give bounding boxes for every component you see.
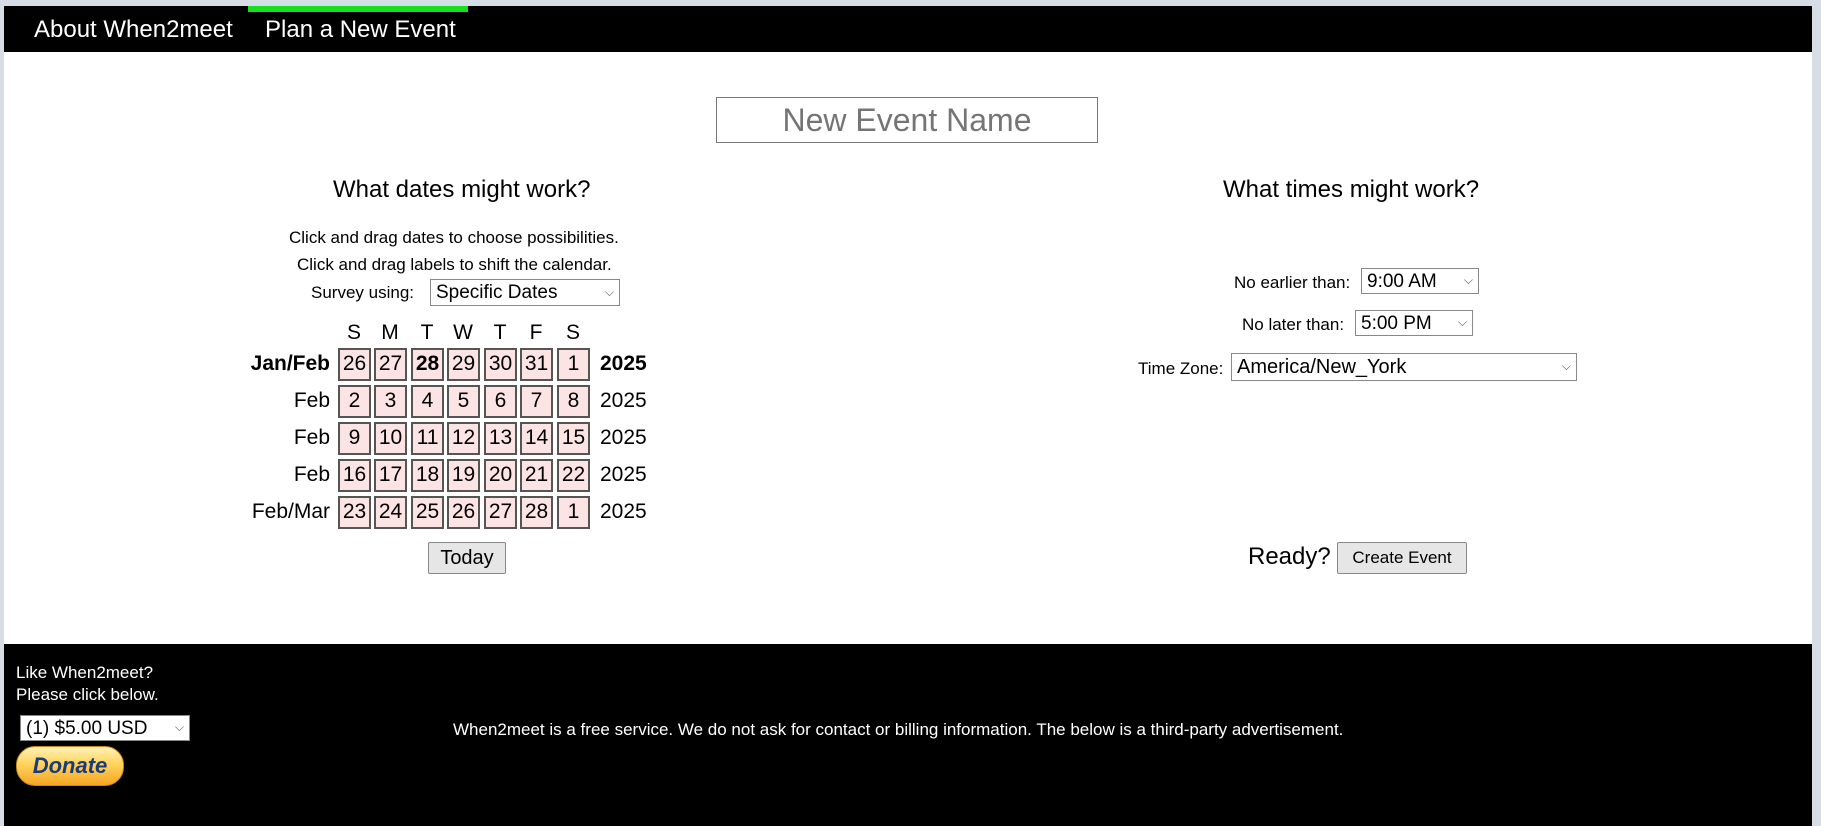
times-title: What times might work? (1223, 176, 1480, 203)
calendar-day-cell[interactable]: 9 (338, 422, 371, 455)
create-event-button[interactable]: Create Event (1337, 542, 1467, 574)
earliest-time-select[interactable]: 9:00 AM (1361, 268, 1479, 294)
calendar-day-cell[interactable]: 8 (557, 385, 590, 418)
donate-amount-select[interactable]: (1) $5.00 USD (20, 715, 190, 741)
calendar-row-year[interactable]: 2025 (600, 389, 647, 413)
like-line-1: Like When2meet? (16, 663, 154, 682)
weekday-header: T (420, 321, 434, 344)
calendar-day-cell[interactable]: 5 (447, 385, 480, 418)
weekday-header: W (453, 321, 473, 344)
calendar-day-cell[interactable]: 25 (411, 496, 444, 529)
calendar-day-cell[interactable]: 14 (520, 422, 553, 455)
earliest-time-label: No earlier than: (1234, 273, 1351, 292)
like-when2meet-text: Like When2meet? Please click below. (16, 662, 159, 706)
donate-amount-select-wrap: (1) $5.00 USD ⌵ (20, 715, 190, 741)
weekday-header: S (346, 321, 361, 344)
calendar-day-cell[interactable]: 11 (411, 422, 444, 455)
latest-time-label: No later than: (1242, 315, 1345, 334)
top-nav: About When2meet Plan a New Event (4, 6, 1812, 52)
calendar-row-year[interactable]: 2025 (600, 352, 647, 376)
calendar-day-cell[interactable]: 12 (447, 422, 480, 455)
latest-time-select[interactable]: 5:00 PM (1355, 310, 1473, 336)
page-frame: About When2meet Plan a New Event What da… (4, 6, 1812, 826)
calendar-row-year[interactable]: 2025 (600, 500, 647, 524)
calendar-day-cell[interactable]: 27 (484, 496, 517, 529)
survey-type-select[interactable]: Specific Dates (430, 279, 620, 306)
calendar-day-cell[interactable]: 10 (374, 422, 407, 455)
calendar-day-cell[interactable]: 29 (447, 348, 480, 381)
calendar-day-cell[interactable]: 27 (374, 348, 407, 381)
calendar-row-label[interactable]: Feb (210, 463, 330, 487)
weekday-header: S (565, 321, 580, 344)
calendar-day-cell[interactable]: 18 (411, 459, 444, 492)
weekday-header: M (381, 321, 399, 344)
calendar-row-year[interactable]: 2025 (600, 463, 647, 487)
calendar-day-cell[interactable]: 20 (484, 459, 517, 492)
footer: Like When2meet? Please click below. (1) … (4, 644, 1812, 826)
today-button[interactable]: Today (428, 542, 506, 574)
donate-button[interactable]: Donate (16, 746, 124, 786)
calendar-day-cell[interactable]: 31 (520, 348, 553, 381)
earliest-time-select-wrap: 9:00 AM ⌵ (1361, 268, 1479, 294)
calendar-day-cell[interactable]: 21 (520, 459, 553, 492)
ready-label: Ready? (1248, 543, 1331, 570)
calendar-day-cell[interactable]: 30 (484, 348, 517, 381)
latest-time-select-wrap: 5:00 PM ⌵ (1355, 310, 1473, 336)
calendar-day-cell[interactable]: 23 (338, 496, 371, 529)
calendar-day-cell[interactable]: 28 (411, 348, 444, 381)
weekday-header: F (529, 321, 543, 344)
survey-type-select-wrap: Specific Dates ⌵ (430, 279, 620, 306)
calendar-row-year[interactable]: 2025 (600, 426, 647, 450)
calendar-day-cell[interactable]: 6 (484, 385, 517, 418)
calendar-row-label[interactable]: Jan/Feb (210, 352, 330, 376)
calendar-day-cell[interactable]: 1 (557, 496, 590, 529)
calendar-day-cell[interactable]: 1 (557, 348, 590, 381)
calendar-day-cell[interactable]: 17 (374, 459, 407, 492)
calendar-day-cell[interactable]: 19 (447, 459, 480, 492)
calendar-row-label[interactable]: Feb (210, 389, 330, 413)
calendar-day-cell[interactable]: 3 (374, 385, 407, 418)
calendar-day-cell[interactable]: 26 (447, 496, 480, 529)
calendar-day-cell[interactable]: 26 (338, 348, 371, 381)
event-name-input[interactable] (716, 97, 1098, 143)
calendar-row-label[interactable]: Feb (210, 426, 330, 450)
calendar-row-label[interactable]: Feb/Mar (210, 500, 330, 524)
timezone-select-wrap: America/New_York ⌵ (1231, 353, 1577, 381)
survey-using-label: Survey using: (311, 283, 414, 302)
free-service-notice: When2meet is a free service. We do not a… (453, 720, 1344, 739)
timezone-label: Time Zone: (1138, 359, 1224, 378)
timezone-select[interactable]: America/New_York (1231, 353, 1577, 381)
calendar-day-cell[interactable]: 16 (338, 459, 371, 492)
calendar-day-cell[interactable]: 13 (484, 422, 517, 455)
calendar-day-cell[interactable]: 7 (520, 385, 553, 418)
calendar-day-cell[interactable]: 15 (557, 422, 590, 455)
calendar-day-cell[interactable]: 24 (374, 496, 407, 529)
calendar-day-cell[interactable]: 22 (557, 459, 590, 492)
nav-plan-link[interactable]: Plan a New Event (265, 6, 456, 52)
calendar-day-cell[interactable]: 28 (520, 496, 553, 529)
like-line-2: Please click below. (16, 685, 159, 704)
weekday-header: T (493, 321, 507, 344)
dates-instruction-2: Click and drag labels to shift the calen… (297, 255, 612, 274)
dates-instruction-1: Click and drag dates to choose possibili… (289, 228, 619, 247)
dates-title: What dates might work? (333, 176, 591, 203)
nav-about-link[interactable]: About When2meet (34, 6, 233, 52)
calendar-day-cell[interactable]: 4 (411, 385, 444, 418)
calendar-day-cell[interactable]: 2 (338, 385, 371, 418)
